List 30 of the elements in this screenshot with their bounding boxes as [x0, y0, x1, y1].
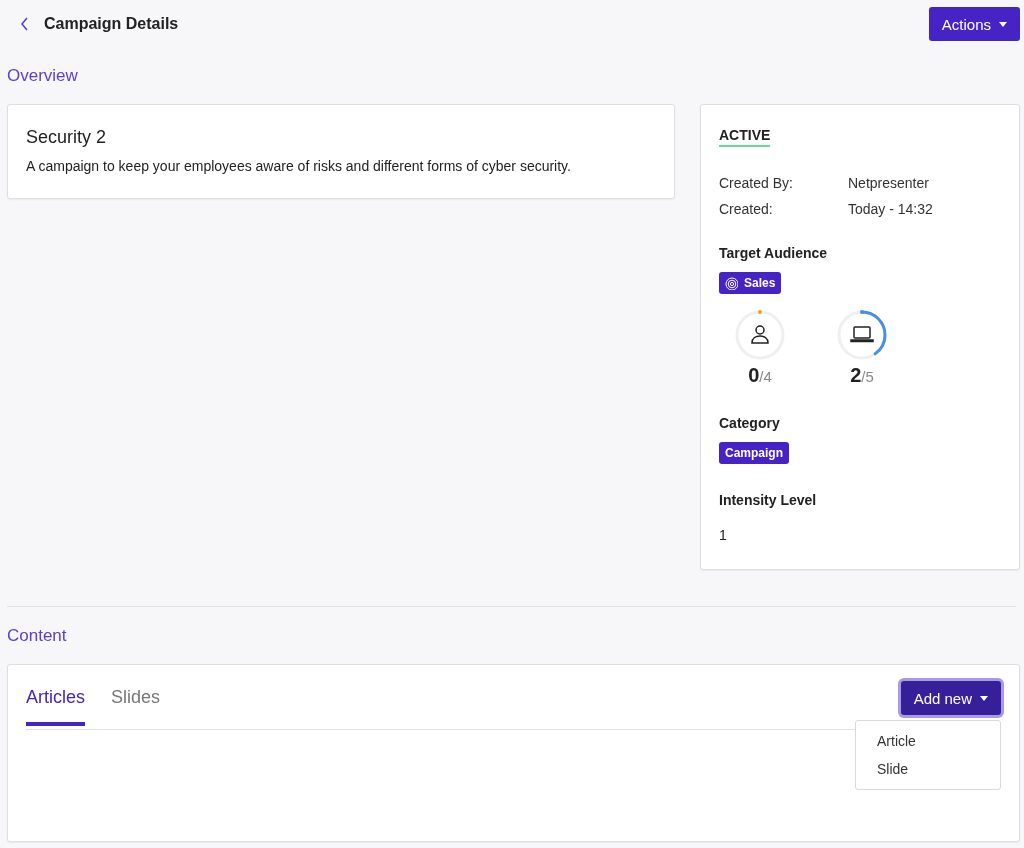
add-new-button[interactable]: Add new	[900, 681, 1001, 715]
count-text: 0/4	[748, 364, 772, 387]
section-heading: Content	[7, 626, 68, 646]
count-text: 2/5	[850, 364, 874, 387]
field-value: Netpresenter	[848, 175, 930, 191]
campaign-name: Security 2	[26, 127, 108, 148]
audience-tag: Sales	[719, 272, 782, 294]
section-label: Intensity Level	[719, 492, 817, 508]
caret-icon	[980, 695, 988, 701]
field-label: Created:	[719, 201, 774, 217]
field-label: Created By:	[719, 175, 794, 191]
category-tag: Campaign	[719, 442, 789, 464]
chevron-left-icon	[20, 16, 30, 32]
actions-button[interactable]: Actions	[928, 7, 1020, 41]
page-title: Campaign Details	[44, 15, 179, 33]
intensity-value: 1	[719, 527, 727, 543]
campaign-description: A campaign to keep your employees aware of risks and different forms of cyber security.	[26, 158, 572, 174]
menu-item[interactable]: Article	[856, 727, 1000, 755]
target-icon	[725, 276, 738, 290]
caret-icon	[999, 21, 1007, 27]
menu-item[interactable]: Slide	[856, 755, 1000, 783]
section-heading: Overview	[7, 66, 79, 86]
person-icon	[751, 325, 769, 344]
tab[interactable]: Slides	[111, 687, 161, 726]
section-label: Category	[719, 415, 780, 431]
tab[interactable]: Articles	[26, 687, 85, 726]
laptop-icon	[850, 326, 874, 343]
section-label: Target Audience	[719, 245, 828, 261]
field-value: Today - 14:32	[848, 201, 933, 217]
status-label: ACTIVE	[719, 127, 771, 147]
